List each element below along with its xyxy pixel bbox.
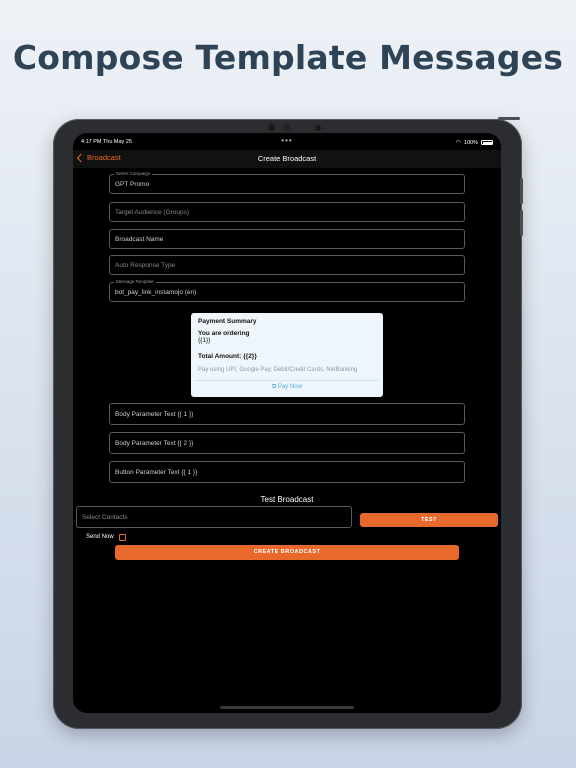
- select-contacts-input[interactable]: Select Contacts: [76, 506, 352, 528]
- camera-dot: [268, 124, 275, 131]
- campaign-legend: Select Campaign: [114, 171, 153, 177]
- body-param-2-input[interactable]: Body Parameter Text {{ 2 }}: [109, 432, 465, 454]
- body-param-1-placeholder: Body Parameter Text {{ 1 }}: [115, 411, 194, 418]
- home-indicator: [220, 706, 354, 709]
- auto-response-placeholder: Auto Response Type: [115, 262, 176, 269]
- battery-icon: [481, 140, 493, 145]
- pay-now-label: Pay Now: [277, 384, 302, 390]
- create-broadcast-button[interactable]: CREATE BROADCAST: [115, 545, 459, 560]
- select-contacts-placeholder: Select Contacts: [82, 514, 128, 521]
- target-audience-placeholder: Target Audience (Groups): [115, 209, 190, 216]
- external-link-icon: ⧉: [272, 384, 277, 390]
- status-right: ◠ 100%: [456, 139, 493, 146]
- message-template-select[interactable]: Message Template bot_pay_link_instamojo …: [109, 279, 465, 302]
- message-template-value: bot_pay_link_instamojo (en): [115, 289, 197, 296]
- auto-response-select[interactable]: Auto Response Type: [109, 255, 465, 275]
- preview-ordering: You are ordering: [198, 330, 250, 337]
- nav-title: Create Broadcast: [257, 154, 317, 163]
- send-now-checkbox[interactable]: [119, 534, 126, 541]
- preview-title: Payment Summary: [198, 318, 257, 325]
- preview-payment-methods: Pay using UPI, Google Pay, Debit/Credit …: [198, 367, 358, 373]
- page-headline: Compose Template Messages: [12, 38, 564, 77]
- status-bar: 4:17 PM Thu May 25 ••• ◠ 100%: [73, 133, 501, 149]
- preview-total: Total Amount: {{2}}: [198, 353, 257, 360]
- button-param-1-input[interactable]: Button Parameter Text {{ 1 }}: [109, 461, 465, 483]
- campaign-value: GPT Promo: [115, 181, 150, 188]
- broadcast-name-input[interactable]: Broadcast Name: [109, 229, 465, 249]
- volume-button: [520, 178, 523, 204]
- send-now-label: Send Now: [86, 534, 114, 540]
- body-param-1-input[interactable]: Body Parameter Text {{ 1 }}: [109, 403, 465, 425]
- wifi-icon: ◠: [455, 140, 461, 146]
- test-button[interactable]: TEST: [360, 513, 498, 527]
- target-audience-select[interactable]: Target Audience (Groups): [109, 202, 465, 222]
- button-param-1-placeholder: Button Parameter Text {{ 1 }}: [115, 469, 198, 476]
- navigation-bar: Broadcast Create Broadcast: [73, 150, 501, 168]
- message-template-legend: Message Template: [114, 279, 156, 285]
- preview-var1: {{1}}: [198, 337, 211, 344]
- battery-percent: 100%: [463, 139, 478, 146]
- test-broadcast-title: Test Broadcast: [260, 495, 314, 504]
- device-screen: 4:17 PM Thu May 25 ••• ◠ 100% Broadcast …: [73, 133, 501, 713]
- body-param-2-placeholder: Body Parameter Text {{ 2 }}: [115, 440, 194, 447]
- preview-pay-now-button[interactable]: ⧉ Pay Now: [195, 380, 379, 393]
- multitasking-dots[interactable]: •••: [73, 136, 501, 145]
- power-button: [498, 117, 520, 120]
- campaign-select[interactable]: Select Campaign GPT Promo: [109, 171, 465, 194]
- sensor-dot: [315, 125, 321, 131]
- volume-button-lower: [520, 210, 523, 236]
- template-preview-card: Payment Summary You are ordering {{1}} T…: [191, 313, 383, 397]
- camera-lens: [283, 124, 290, 131]
- broadcast-name-placeholder: Broadcast Name: [115, 236, 164, 243]
